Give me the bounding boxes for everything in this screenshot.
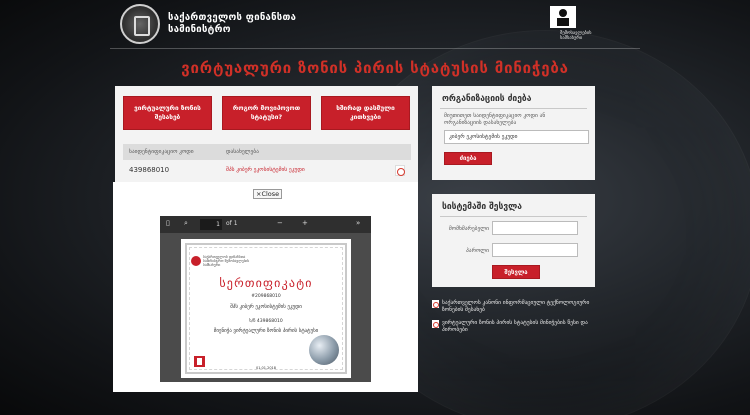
issuer-logo-icon [191,256,201,266]
page-number-input[interactable]: 1 [200,219,222,230]
certificate-number: #209868010 [251,294,281,299]
header-divider [110,48,640,49]
org-search-panel: ორგანიზაციის ძიება მიუთითეთ საიდენტიფიკა… [432,86,595,180]
page-total: of 1 [226,220,238,227]
stamp-icon [194,356,205,367]
divider [440,108,587,109]
how-to-get-status-button[interactable]: როგორ მოვიპოვოთ სტატუსი? [222,96,311,130]
certificate-page: საქართველოს ფინანსთა სამინისტრო შემოსავლ… [181,239,351,378]
ministry-name-line1: საქართველოს ფინანსთა [168,12,297,23]
faq-button[interactable]: ხშირად დასმული კითხვები [321,96,410,130]
certificate-modal: ×Close ▯ ⌕ 1 of 1 − + » საქართველოს ფინა… [113,182,418,392]
info-panel: ვირტუალური ზონის შესახებ როგორ მოვიპოვოთ… [115,86,418,186]
about-zone-button[interactable]: ვირტუალური ზონის შესახებ [123,96,212,130]
pdf-viewer: ▯ ⌕ 1 of 1 − + » საქართველოს ფინანსთა სა… [160,216,371,382]
password-input[interactable] [492,243,578,257]
pdf-icon [432,300,439,308]
login-title: სისტემაში შესვლა [442,202,522,212]
row-code: 439868010 [129,166,170,174]
certificate-company: შპს კიბერ ეკოსისტემის ეკუდი [230,304,302,310]
table-header: საიდენტიფიკაციო კოდი დასახელება [123,144,411,160]
revenue-service-logo-icon[interactable] [550,6,576,28]
column-header-code: საიდენტიფიკაციო კოდი [129,149,194,155]
table-row: 439868010 შპს კიბერ ეკოსისტემის ეკუდი [123,163,411,179]
ministry-name[interactable]: საქართველოს ფინანსთა სამინისტრო [168,12,296,36]
login-panel: სისტემაში შესვლა მომხმარებელი პაროლი შეს… [432,194,595,287]
ministry-name-line2: სამინისტრო [168,24,231,35]
revenue-service-name: შემოსავლების სამსახური [560,31,592,41]
globe-icon [309,335,339,365]
search-button[interactable]: ძიება [444,152,492,165]
password-label: პაროლი [466,248,489,254]
zoom-out-button[interactable]: − [277,219,283,227]
username-label: მომხმარებელი [448,226,489,232]
more-tools-button[interactable]: » [356,219,360,227]
certificate-title: სერთიფიკატი [219,276,313,290]
row-name-link[interactable]: შპს კიბერ ეკოსისტემის ეკუდი [226,167,305,173]
login-button[interactable]: შესვლა [492,265,540,279]
coat-of-arms-icon [120,4,160,44]
zoom-in-button[interactable]: + [302,219,308,227]
org-search-help: მიუთითეთ საიდენტიფიკაციო კოდი ან ორგანიზ… [444,113,546,126]
page-title: ვირტუალური ზონის პირის სტატუსის მინიჭება [181,59,569,77]
certificate-date: 01.01.2018 [255,366,277,370]
pdf-toolbar: ▯ ⌕ 1 of 1 − + » [160,216,371,233]
rules-link[interactable]: ვირტუალური ზონის პირის სტატუსის მინიჭები… [432,320,597,336]
column-header-name: დასახელება [226,149,259,155]
pdf-icon[interactable] [395,165,405,176]
certificate-status: მიენიჭა ვირტუალური ზონის პირის სტატუსი [213,328,319,334]
pdf-icon [432,320,439,328]
issuer-name: საქართველოს ფინანსთა სამინისტრო შემოსავლ… [203,255,250,267]
divider [440,216,587,217]
org-search-title: ორგანიზაციის ძიება [442,94,532,104]
rules-link-label: ვირტუალური ზონის პირის სტატუსის მინიჭები… [442,320,588,333]
law-link[interactable]: საქართველოს კანონი ინფორმაციული ტექნოლოგ… [432,300,597,316]
username-input[interactable] [492,221,578,235]
law-link-label: საქართველოს კანონი ინფორმაციული ტექნოლოგ… [442,300,590,313]
sidebar-toggle-icon[interactable]: ▯ [166,219,170,227]
org-search-input[interactable]: კიბერ ეკოსისტემის ეკუდი [444,130,589,144]
close-button[interactable]: ×Close [253,189,283,199]
certificate-code: ს/ნ 439868010 [249,319,283,324]
search-icon[interactable]: ⌕ [184,219,188,228]
